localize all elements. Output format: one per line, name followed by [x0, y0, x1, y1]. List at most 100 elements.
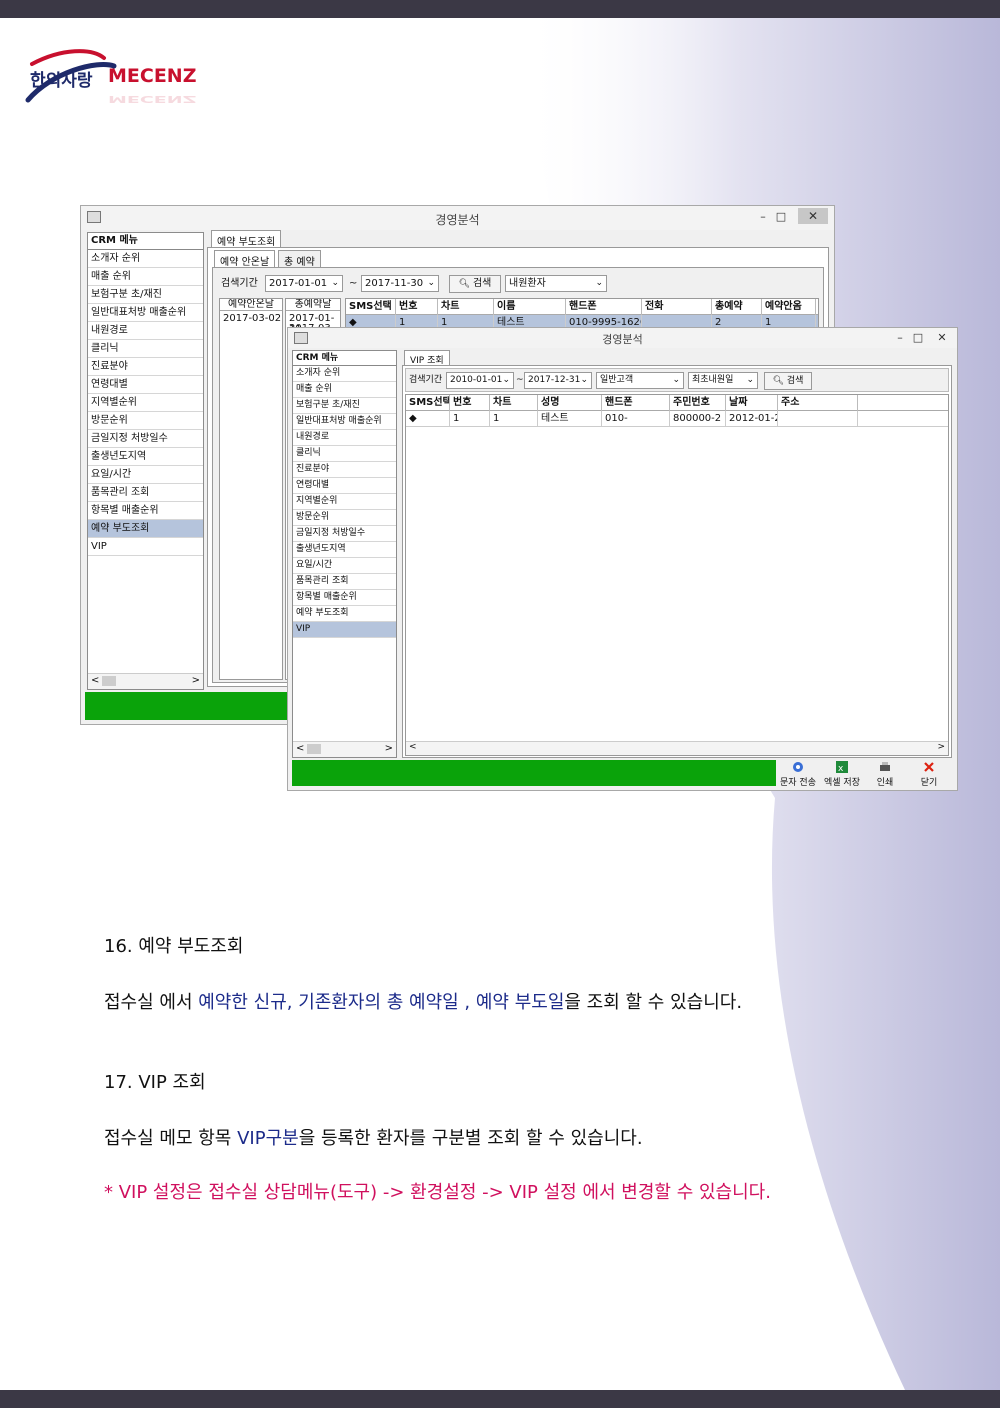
- section-17-heading: 17. VIP 조회: [104, 1072, 206, 1093]
- close-icon[interactable]: ✕: [798, 208, 828, 224]
- chevron-down-icon: ⌄: [502, 375, 510, 385]
- noshow-date-value[interactable]: 2017-03-02: [223, 313, 281, 324]
- column-header[interactable]: 이름: [494, 299, 566, 315]
- chevron-down-icon: ⌄: [595, 278, 603, 288]
- column-header[interactable]: 총예약: [712, 299, 762, 315]
- sidebar-item[interactable]: 지역별순위: [293, 494, 396, 510]
- sidebar-item[interactable]: 매출 순위: [293, 382, 396, 398]
- sidebar-item[interactable]: 일반대표처방 매출순위: [88, 304, 203, 322]
- sidebar-item[interactable]: 방문순위: [88, 412, 203, 430]
- sidebar-item[interactable]: 진료분야: [88, 358, 203, 376]
- main-panel: 검색기간 2010-01-01 ⌄ ~ 2017-12-31 ⌄ 일반고객 ⌄ 최초내…: [402, 365, 952, 758]
- close-icon[interactable]: ✕: [933, 330, 951, 346]
- search-button[interactable]: 🔍︎ 검색: [449, 275, 501, 293]
- sidebar-item[interactable]: 출생년도지역: [293, 542, 396, 558]
- column-header[interactable]: 핸드폰: [566, 299, 642, 315]
- sidebar-item[interactable]: 연령대별: [88, 376, 203, 394]
- sidebar-item[interactable]: 항목별 매출순위: [293, 590, 396, 606]
- sidebar-item[interactable]: 지역별순위: [88, 394, 203, 412]
- date-to-select[interactable]: 2017-12-31 ⌄: [524, 372, 592, 389]
- column-header[interactable]: 주소: [778, 395, 858, 411]
- table-cell: 800000-2: [670, 411, 726, 427]
- excel-save-button[interactable]: x 엑셀 저장: [820, 760, 864, 788]
- table-cell: 1: [490, 411, 538, 427]
- top-frame-bar: [0, 0, 1000, 18]
- status-bar: [292, 760, 776, 786]
- menu-scrollbar[interactable]: < >: [88, 673, 203, 689]
- sidebar-item[interactable]: 금일지정 처방일수: [293, 526, 396, 542]
- sidebar-item[interactable]: 연령대별: [293, 478, 396, 494]
- maximize-icon[interactable]: □: [772, 209, 790, 225]
- table-cell: ◆: [406, 411, 450, 427]
- customer-type-select[interactable]: 일반고객 ⌄: [596, 372, 684, 389]
- maximize-icon[interactable]: □: [909, 330, 927, 346]
- table-cell: 1: [450, 411, 490, 427]
- date-from-select[interactable]: 2010-01-01 ⌄: [446, 372, 514, 389]
- date-to-select[interactable]: 2017-11-30 ⌄: [361, 275, 439, 292]
- total-reservation-header: 총예약날: [286, 299, 340, 311]
- search-icon: 🔍︎: [458, 279, 473, 289]
- sidebar-item[interactable]: 금일지정 처방일수: [88, 430, 203, 448]
- window-titlebar: 경영분석 – □ ✕: [288, 328, 957, 348]
- print-button[interactable]: 인쇄: [870, 760, 900, 788]
- sidebar-item[interactable]: 클리닉: [293, 446, 396, 462]
- column-header[interactable]: 차트: [438, 299, 494, 315]
- date-from-select[interactable]: 2017-01-01 ⌄: [265, 275, 343, 292]
- column-header[interactable]: 핸드폰: [602, 395, 670, 411]
- logo-english-text: MECENZ: [108, 65, 197, 87]
- sidebar-item[interactable]: 보험구분 초/재진: [88, 286, 203, 304]
- date-criteria-select[interactable]: 최초내원일 ⌄: [688, 372, 758, 389]
- close-button[interactable]: 닫기: [914, 760, 944, 788]
- patient-filter-select[interactable]: 내원환자 ⌄: [505, 275, 607, 292]
- excel-icon: x: [836, 761, 848, 774]
- column-header[interactable]: SMS선택: [346, 299, 396, 315]
- crm-menu: CRM 메뉴 소개자 순위 매출 순위 보험구분 초/재진 일반대표처방 매출순위 내원…: [87, 232, 204, 690]
- chevron-down-icon: ⌄: [672, 375, 680, 385]
- search-period-label: 검색기간: [409, 375, 443, 385]
- column-header[interactable]: SMS선택: [406, 395, 450, 411]
- minimize-icon[interactable]: –: [754, 209, 772, 225]
- sidebar-item[interactable]: 소개자 순위: [293, 366, 396, 382]
- sidebar-item[interactable]: 예약 부도조회: [88, 520, 203, 538]
- column-header[interactable]: 번호: [450, 395, 490, 411]
- sidebar-item[interactable]: 품목관리 조회: [293, 574, 396, 590]
- column-header[interactable]: 전화: [642, 299, 712, 315]
- sidebar-item[interactable]: 진료분야: [293, 462, 396, 478]
- menu-scrollbar[interactable]: < >: [293, 741, 396, 757]
- sidebar-item[interactable]: 매출 순위: [88, 268, 203, 286]
- column-header[interactable]: 주민번호: [670, 395, 726, 411]
- filter-bar: 검색기간 2010-01-01 ⌄ ~ 2017-12-31 ⌄ 일반고객 ⌄ 최초내…: [405, 368, 949, 392]
- sidebar-item[interactable]: 품목관리 조회: [88, 484, 203, 502]
- search-button[interactable]: 🔍︎ 검색: [764, 372, 812, 390]
- table-cell: [778, 411, 858, 427]
- column-header[interactable]: 날짜: [726, 395, 778, 411]
- table-row[interactable]: ◆11테스트010-800000-22012-01-26: [406, 411, 948, 427]
- column-header[interactable]: 예약안옴: [762, 299, 816, 315]
- section-16-heading: 16. 예약 부도조회: [104, 936, 244, 957]
- column-header[interactable]: 차트: [490, 395, 538, 411]
- sidebar-item[interactable]: 내원경로: [293, 430, 396, 446]
- crm-menu-header: CRM 메뉴: [88, 233, 203, 250]
- minimize-icon[interactable]: –: [891, 330, 909, 346]
- sidebar-item[interactable]: 방문순위: [293, 510, 396, 526]
- sidebar-item[interactable]: 내원경로: [88, 322, 203, 340]
- sidebar-item[interactable]: 요일/시간: [293, 558, 396, 574]
- sidebar-item[interactable]: VIP: [293, 622, 396, 638]
- send-sms-button[interactable]: 문자 전송: [778, 760, 818, 788]
- noshow-date-list: 예약안온날 2017-03-02: [219, 298, 283, 680]
- sidebar-item[interactable]: 보험구분 초/재진: [293, 398, 396, 414]
- column-header[interactable]: 번호: [396, 299, 438, 315]
- sidebar-item[interactable]: 일반대표처방 매출순위: [293, 414, 396, 430]
- sidebar-item[interactable]: 출생년도지역: [88, 448, 203, 466]
- sidebar-item[interactable]: 요일/시간: [88, 466, 203, 484]
- sidebar-item[interactable]: 소개자 순위: [88, 250, 203, 268]
- grid-scrollbar[interactable]: < >: [406, 741, 948, 755]
- sidebar-item[interactable]: VIP: [88, 538, 203, 556]
- section-17-body: 접수실 메모 항목 VIP구분을 등록한 환자를 구분별 조회 할 수 있습니다…: [104, 1128, 643, 1149]
- chevron-down-icon: ⌄: [580, 375, 588, 385]
- column-header[interactable]: 성명: [538, 395, 602, 411]
- search-icon: 🔍︎: [772, 376, 787, 386]
- sidebar-item[interactable]: 항목별 매출순위: [88, 502, 203, 520]
- sidebar-item[interactable]: 클리닉: [88, 340, 203, 358]
- sidebar-item[interactable]: 예약 부도조회: [293, 606, 396, 622]
